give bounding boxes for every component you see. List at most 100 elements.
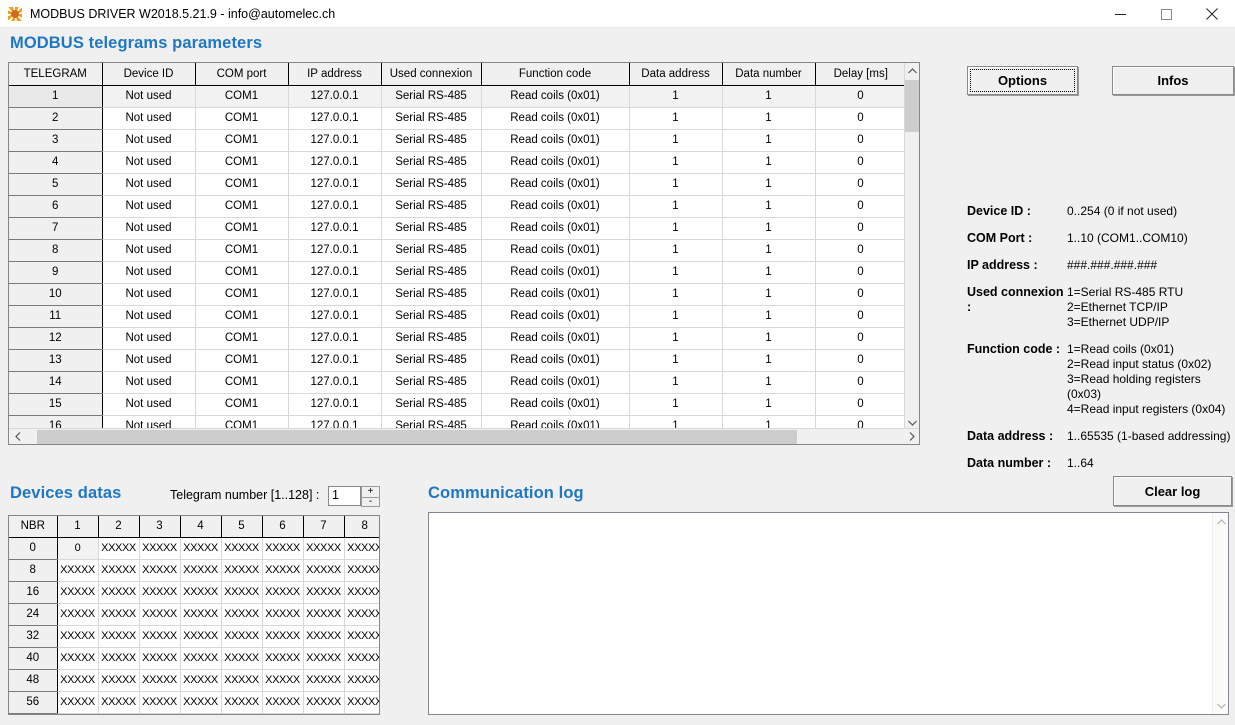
cell-function-code[interactable]: Read coils (0x01): [481, 261, 630, 284]
devices-cell[interactable]: XXXXX: [221, 559, 263, 582]
devices-cell[interactable]: XXXXX: [303, 603, 345, 626]
cell-com-port[interactable]: COM1: [195, 371, 289, 394]
cell-ip-address[interactable]: 127.0.0.1: [288, 327, 382, 350]
devices-cell[interactable]: XXXXX: [57, 669, 99, 692]
cell-com-port[interactable]: COM1: [195, 305, 289, 328]
options-button[interactable]: Options: [967, 66, 1078, 95]
cell-data-address[interactable]: 1: [629, 85, 723, 108]
devices-cell[interactable]: XXXXX: [57, 603, 99, 626]
devices-cell[interactable]: XXXXX: [262, 625, 304, 648]
devices-column-header-nbr[interactable]: NBR: [9, 516, 58, 538]
devices-cell[interactable]: XXXXX: [57, 647, 99, 670]
cell-function-code[interactable]: Read coils (0x01): [481, 239, 630, 262]
grid-vertical-scrollbar[interactable]: [904, 63, 919, 431]
cell-used-connexion[interactable]: Serial RS-485: [381, 349, 482, 372]
devices-column-header-3[interactable]: 3: [139, 516, 181, 538]
cell-function-code[interactable]: Read coils (0x01): [481, 195, 630, 218]
cell-data-address[interactable]: 1: [629, 327, 723, 350]
table-row[interactable]: 6 Not used COM1 127.0.0.1 Serial RS-485 Read …: [9, 195, 907, 218]
devices-cell[interactable]: XXXXX: [221, 581, 263, 604]
devices-cell[interactable]: XXXXX: [262, 581, 304, 604]
cell-data-number[interactable]: 1: [722, 85, 816, 108]
table-row[interactable]: 13 Not used COM1 127.0.0.1 Serial RS-485 Read…: [9, 349, 907, 372]
devices-cell[interactable]: XXXXX: [180, 647, 222, 670]
devices-cell[interactable]: XXXXX: [344, 647, 379, 670]
cell-function-code[interactable]: Read coils (0x01): [481, 217, 630, 240]
devices-cell[interactable]: XXXXX: [98, 537, 140, 560]
cell-data-address[interactable]: 1: [629, 151, 723, 174]
cell-telegram[interactable]: 7: [9, 217, 103, 240]
cell-delay[interactable]: 0: [815, 151, 907, 174]
devices-cell[interactable]: XXXXX: [180, 603, 222, 626]
devices-column-header-8[interactable]: 8: [344, 516, 379, 538]
scroll-left-icon[interactable]: [9, 429, 26, 445]
cell-used-connexion[interactable]: Serial RS-485: [381, 217, 482, 240]
cell-telegram[interactable]: 8: [9, 239, 103, 262]
cell-device-id[interactable]: Not used: [102, 217, 196, 240]
cell-device-id[interactable]: Not used: [102, 173, 196, 196]
table-row[interactable]: 12 Not used COM1 127.0.0.1 Serial RS-485 Read…: [9, 327, 907, 350]
devices-cell[interactable]: XXXXX: [344, 603, 379, 626]
cell-telegram[interactable]: 12: [9, 327, 103, 350]
devices-column-header-7[interactable]: 7: [303, 516, 345, 538]
devices-column-header-6[interactable]: 6: [262, 516, 304, 538]
cell-com-port[interactable]: COM1: [195, 217, 289, 240]
devices-cell[interactable]: XXXXX: [303, 691, 345, 714]
cell-device-id[interactable]: Not used: [102, 283, 196, 306]
cell-telegram[interactable]: 14: [9, 371, 103, 394]
devices-cell[interactable]: XXXXX: [221, 647, 263, 670]
devices-cell[interactable]: XXXXX: [262, 537, 304, 560]
cell-function-code[interactable]: Read coils (0x01): [481, 129, 630, 152]
devices-cell[interactable]: XXXXX: [344, 625, 379, 648]
stepper-decrement-button[interactable]: -: [361, 496, 380, 507]
cell-com-port[interactable]: COM1: [195, 261, 289, 284]
devices-cell[interactable]: XXXXX: [303, 625, 345, 648]
cell-com-port[interactable]: COM1: [195, 393, 289, 416]
cell-data-number[interactable]: 1: [722, 393, 816, 416]
minimize-icon[interactable]: [1097, 0, 1143, 28]
log-vertical-scrollbar[interactable]: [1212, 513, 1228, 714]
devices-cell[interactable]: XXXXX: [98, 581, 140, 604]
devices-cell[interactable]: XXXXX: [98, 647, 140, 670]
cell-telegram[interactable]: 2: [9, 107, 103, 130]
cell-ip-address[interactable]: 127.0.0.1: [288, 107, 382, 130]
cell-used-connexion[interactable]: Serial RS-485: [381, 85, 482, 108]
column-header-data-address[interactable]: Data address: [629, 63, 723, 86]
cell-telegram[interactable]: 13: [9, 349, 103, 372]
devices-cell[interactable]: 0: [57, 537, 99, 560]
hscroll-thumb[interactable]: [37, 429, 797, 444]
scroll-right-icon[interactable]: [903, 429, 919, 445]
devices-cell[interactable]: XXXXX: [139, 691, 181, 714]
infos-button[interactable]: Infos: [1112, 66, 1234, 95]
stepper-increment-button[interactable]: +: [361, 486, 380, 497]
cell-delay[interactable]: 0: [815, 283, 907, 306]
cell-com-port[interactable]: COM1: [195, 107, 289, 130]
cell-com-port[interactable]: COM1: [195, 195, 289, 218]
cell-function-code[interactable]: Read coils (0x01): [481, 349, 630, 372]
cell-function-code[interactable]: Read coils (0x01): [481, 371, 630, 394]
cell-device-id[interactable]: Not used: [102, 239, 196, 262]
cell-telegram[interactable]: 6: [9, 195, 103, 218]
cell-data-number[interactable]: 1: [722, 217, 816, 240]
column-header-function-code[interactable]: Function code: [481, 63, 630, 86]
cell-ip-address[interactable]: 127.0.0.1: [288, 195, 382, 218]
cell-data-number[interactable]: 1: [722, 151, 816, 174]
devices-cell[interactable]: XXXXX: [303, 559, 345, 582]
cell-data-address[interactable]: 1: [629, 107, 723, 130]
cell-ip-address[interactable]: 127.0.0.1: [288, 349, 382, 372]
table-row[interactable]: 15 Not used COM1 127.0.0.1 Serial RS-485 Read…: [9, 393, 907, 416]
cell-used-connexion[interactable]: Serial RS-485: [381, 305, 482, 328]
devices-cell[interactable]: XXXXX: [180, 669, 222, 692]
column-header-data-number[interactable]: Data number: [722, 63, 816, 86]
devices-cell[interactable]: XXXXX: [303, 537, 345, 560]
cell-ip-address[interactable]: 127.0.0.1: [288, 393, 382, 416]
devices-table-row[interactable]: 0 0 XXXXX XXXXX XXXXX XXXXX XXXXX XXXXX XXXXX: [9, 537, 379, 560]
devices-cell[interactable]: XXXXX: [221, 691, 263, 714]
column-header-used-connexion[interactable]: Used connexion: [381, 63, 482, 86]
cell-delay[interactable]: 0: [815, 349, 907, 372]
devices-cell[interactable]: XXXXX: [303, 581, 345, 604]
cell-delay[interactable]: 0: [815, 107, 907, 130]
cell-function-code[interactable]: Read coils (0x01): [481, 327, 630, 350]
devices-cell[interactable]: XXXXX: [262, 559, 304, 582]
devices-cell[interactable]: XXXXX: [262, 603, 304, 626]
